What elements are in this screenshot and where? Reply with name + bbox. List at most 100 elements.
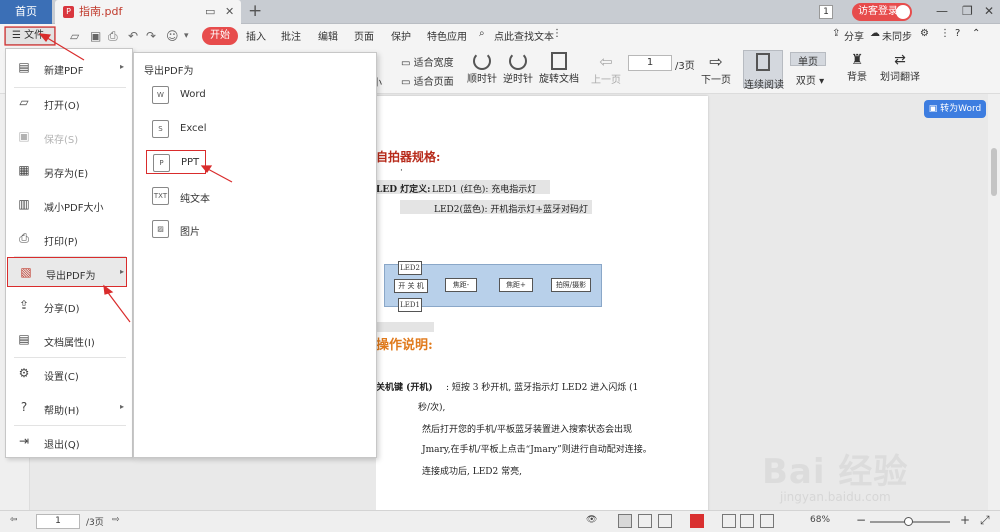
menu-exit[interactable]: ⇥ 退出(Q) bbox=[6, 427, 132, 457]
scrollbar-thumb[interactable] bbox=[991, 148, 997, 196]
status-page-input[interactable]: 1 bbox=[36, 514, 80, 529]
word-icon: W bbox=[152, 86, 169, 104]
restore-icon[interactable]: ❐ bbox=[962, 0, 973, 24]
tab-annotate[interactable]: 批注 bbox=[281, 28, 301, 43]
share-button[interactable]: 分享 bbox=[844, 28, 864, 43]
help-icon: ? bbox=[20, 400, 28, 414]
led2-text: LED2(蓝色): 开机指示灯+蓝牙对码灯 bbox=[434, 205, 588, 215]
export-submenu-title: 导出PDF为 bbox=[144, 66, 194, 77]
menu-compress[interactable]: ▥ 减小PDF大小 bbox=[6, 190, 132, 220]
export-ppt[interactable]: P PPT bbox=[146, 150, 206, 174]
status-prev-icon[interactable]: ⇦ bbox=[10, 515, 18, 525]
undo-icon[interactable]: ↶ bbox=[128, 29, 138, 43]
redo-icon[interactable]: ↷ bbox=[146, 29, 156, 43]
view-single-icon[interactable] bbox=[618, 514, 632, 528]
close-icon[interactable]: ✕ bbox=[225, 0, 234, 24]
collapse-icon[interactable]: ⌃ bbox=[972, 28, 980, 39]
tab-start[interactable]: 开始 bbox=[202, 27, 238, 45]
watermark-url: jingyan.baidu.com bbox=[780, 490, 891, 504]
zoom-slider-thumb[interactable] bbox=[904, 517, 913, 526]
sync-icon[interactable]: ☁ bbox=[870, 28, 880, 39]
minimize-icon[interactable]: — bbox=[936, 0, 948, 24]
fit-page-button[interactable]: ▭ 适合页面 bbox=[401, 73, 454, 88]
new-tab-plus-icon[interactable]: + bbox=[248, 0, 262, 24]
fit-icon[interactable] bbox=[722, 514, 736, 528]
double-page-button[interactable]: 双页 ▾ bbox=[790, 72, 830, 87]
menu-print[interactable]: ⎙ 打印(P) bbox=[6, 224, 132, 254]
guest-login-button[interactable]: 访客登录 bbox=[852, 3, 912, 21]
window-count-badge[interactable]: 1 bbox=[819, 5, 833, 19]
close-window-icon[interactable]: ✕ bbox=[984, 0, 994, 24]
convert-to-word-button[interactable]: ▣ 转为Word bbox=[924, 100, 986, 118]
more-dots-icon[interactable]: ⋮ bbox=[940, 28, 950, 39]
avatar-icon bbox=[896, 5, 910, 19]
status-page-total: /3页 bbox=[86, 518, 104, 528]
menu-new-pdf[interactable]: ▤ 新建PDF ▸ bbox=[6, 53, 132, 83]
export-text[interactable]: TXT 纯文本 bbox=[146, 184, 286, 208]
next-page-button[interactable]: ⇨ 下一页 bbox=[700, 52, 732, 86]
fullscreen-icon[interactable] bbox=[760, 514, 774, 528]
view-book-icon[interactable] bbox=[658, 514, 672, 528]
emoji-icon[interactable]: ☺ bbox=[166, 29, 179, 43]
tab-page[interactable]: 页面 bbox=[354, 28, 374, 43]
menu-export-pdf[interactable]: ▧ 导出PDF为 ▸ bbox=[7, 257, 127, 287]
help-icon[interactable]: ? bbox=[955, 28, 960, 39]
actual-size-icon[interactable] bbox=[740, 514, 754, 528]
menu-properties[interactable]: ▤ 文档属性(I) bbox=[6, 325, 132, 355]
properties-icon: ▤ bbox=[18, 332, 30, 346]
background-button[interactable]: ♜ 背景 bbox=[842, 52, 872, 83]
export-excel[interactable]: S Excel bbox=[146, 117, 286, 141]
more-icon[interactable]: ⋮ bbox=[552, 28, 562, 39]
export-submenu: 导出PDF为 W Word S Excel P PPT TXT 纯文本 ▨ 图片 bbox=[133, 52, 377, 458]
continuous-read-button[interactable]: 连续阅读 bbox=[743, 50, 784, 91]
watermark-brand: Bai 经验 bbox=[762, 452, 909, 492]
page-number-input[interactable]: 1 bbox=[628, 55, 672, 71]
export-word[interactable]: W Word bbox=[146, 83, 286, 107]
translate-button[interactable]: ⇄ 划词翻译 bbox=[878, 52, 922, 83]
tab-features[interactable]: 特色应用 bbox=[427, 28, 467, 43]
device-diagram: LED2 开 关 机 焦距- 焦距+ 拍照/摄影 LED1 bbox=[384, 261, 602, 312]
file-menu-button[interactable]: ☰ 文件 bbox=[5, 27, 55, 45]
settings-gear-icon[interactable]: ⚙ bbox=[920, 28, 929, 39]
eye-icon[interactable]: 👁 bbox=[586, 515, 597, 525]
fit-width-button[interactable]: ▭ 适合宽度 bbox=[401, 54, 454, 69]
tab-edit[interactable]: 编辑 bbox=[318, 28, 338, 43]
expand-icon[interactable]: ⤢ bbox=[980, 513, 990, 528]
tab-home[interactable]: 首页 bbox=[0, 0, 52, 24]
export-image[interactable]: ▨ 图片 bbox=[146, 217, 286, 241]
rotate-document-button[interactable]: 旋转文档 bbox=[538, 52, 580, 85]
rotate-counter-button[interactable]: 逆时针 bbox=[500, 52, 536, 85]
diagram-focus-minus: 焦距- bbox=[445, 278, 477, 292]
prev-page-button[interactable]: ⇦ 上一页 bbox=[590, 52, 622, 86]
single-page-button[interactable]: 单页 bbox=[790, 52, 826, 68]
view-double-icon[interactable] bbox=[638, 514, 652, 528]
search-icon[interactable]: ⌕ bbox=[479, 28, 485, 39]
next-page-label: 下一页 bbox=[701, 75, 731, 86]
sync-status[interactable]: 未同步 bbox=[882, 28, 912, 43]
print-icon[interactable]: ⎙ bbox=[108, 29, 118, 44]
tab-bar: 首页 P 指南.pdf ▭ ✕ + 1 访客登录 — ❐ ✕ bbox=[0, 0, 1000, 24]
zoom-in-icon[interactable]: + bbox=[960, 513, 970, 527]
play-icon[interactable] bbox=[690, 514, 704, 528]
vertical-scrollbar[interactable] bbox=[988, 94, 1000, 510]
menu-save-as[interactable]: ▦ 另存为(E) bbox=[6, 156, 132, 186]
menu-divider bbox=[14, 425, 126, 426]
share-icon[interactable]: ⇪ bbox=[832, 28, 840, 39]
search-text-button[interactable]: 点此查找文本 bbox=[494, 28, 554, 43]
open-folder-icon[interactable]: ▱ bbox=[70, 29, 79, 43]
menu-help[interactable]: ? 帮助(H) ▸ bbox=[6, 393, 132, 423]
menu-open[interactable]: ▱ 打开(O) bbox=[6, 88, 132, 118]
zoom-out-icon[interactable]: − bbox=[856, 513, 866, 527]
chevron-down-icon[interactable]: ▾ bbox=[184, 31, 189, 41]
rotate-clockwise-button[interactable]: 顺时针 bbox=[464, 52, 500, 85]
pin-icon[interactable]: ▭ bbox=[205, 0, 215, 24]
menu-share[interactable]: ⇪ 分享(D) bbox=[6, 291, 132, 321]
menu-settings[interactable]: ⚙ 设置(C) bbox=[6, 359, 132, 389]
tab-document[interactable]: P 指南.pdf ▭ ✕ bbox=[55, 0, 241, 24]
baidu-watermark: Bai 经验 jingyan.baidu.com bbox=[756, 444, 956, 514]
status-next-icon[interactable]: ⇨ bbox=[112, 515, 120, 525]
menu-save[interactable]: ▣ 保存(S) bbox=[6, 122, 132, 152]
tab-protect[interactable]: 保护 bbox=[391, 28, 411, 43]
tab-insert[interactable]: 插入 bbox=[246, 28, 266, 43]
save-icon[interactable]: ▣ bbox=[90, 29, 101, 43]
